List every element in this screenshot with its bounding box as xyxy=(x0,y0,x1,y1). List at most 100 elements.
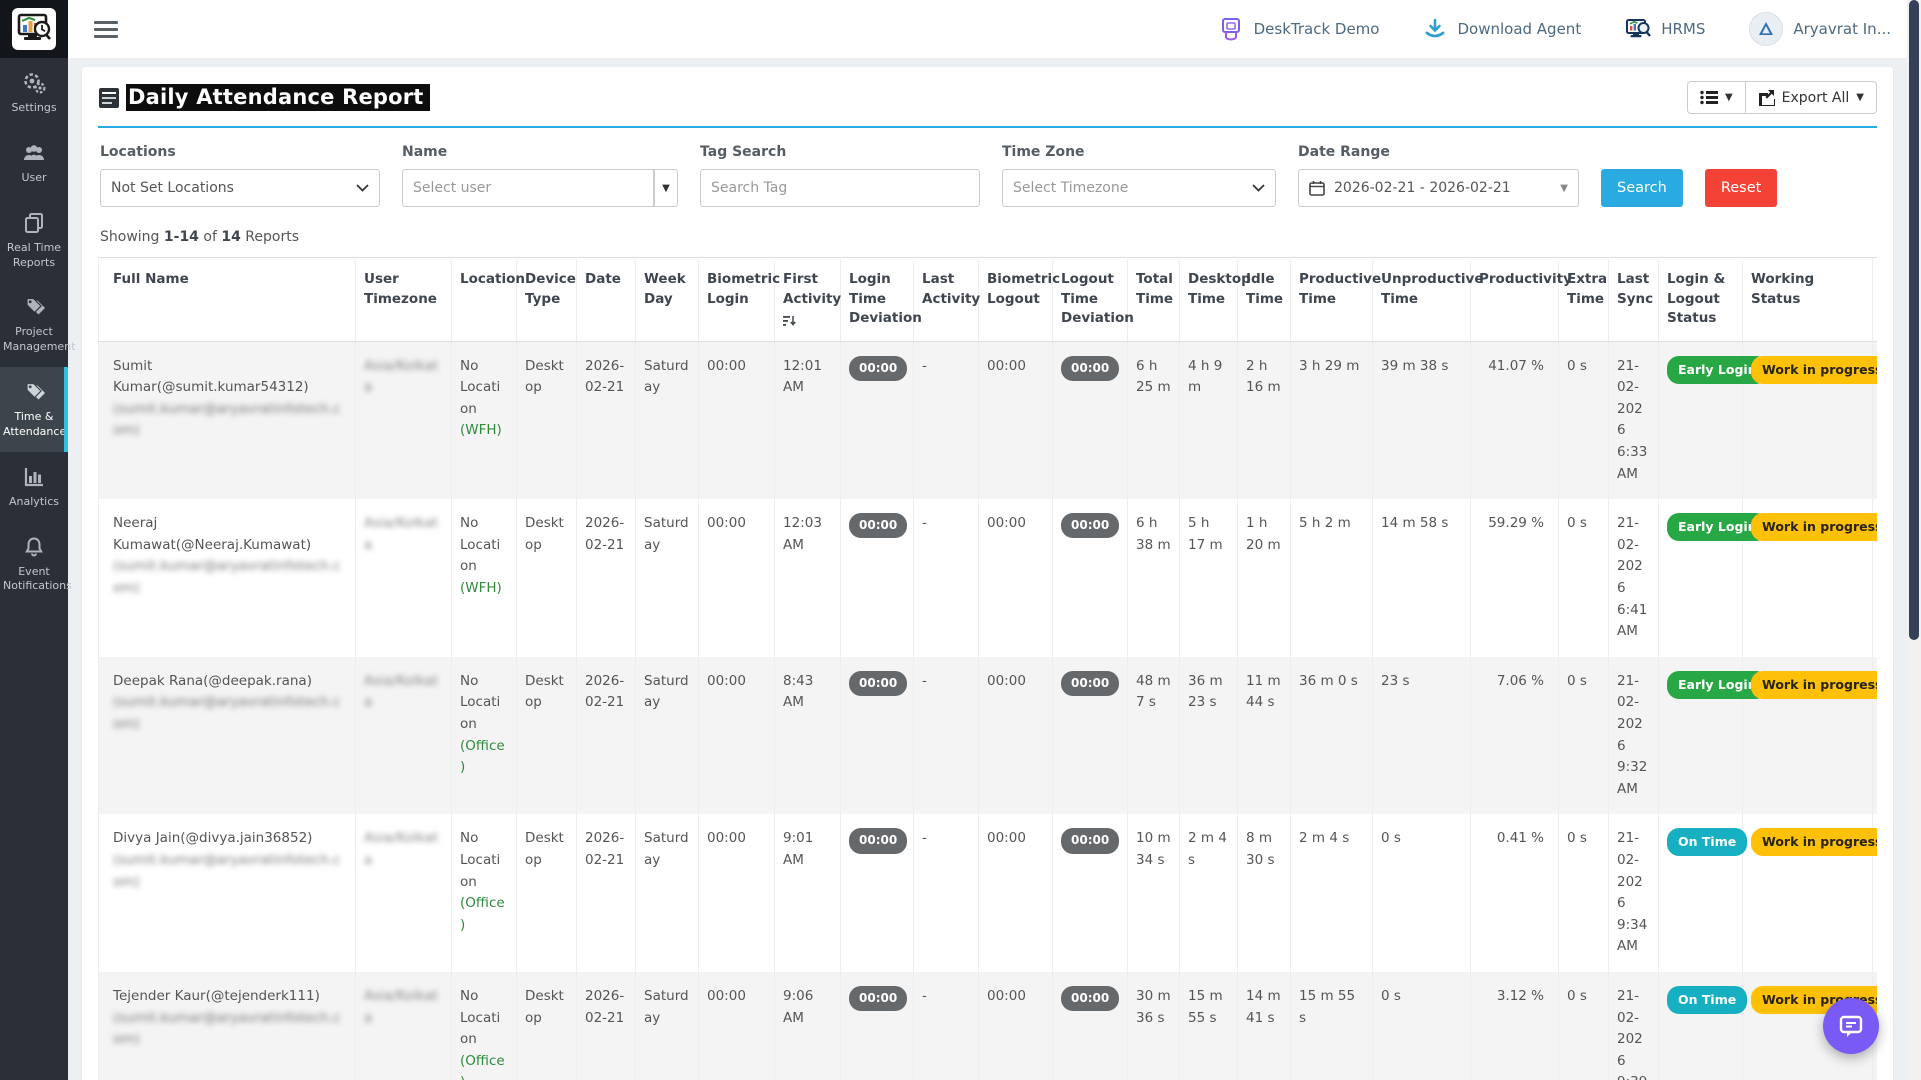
reset-button[interactable]: Reset xyxy=(1705,169,1778,207)
last-activity-cell: - xyxy=(914,499,979,657)
column-header-action[interactable]: Action xyxy=(1873,258,1878,342)
unproductive-time-cell: 0 s xyxy=(1373,814,1471,972)
unproductive-time-cell: 0 s xyxy=(1373,972,1471,1080)
column-header-date[interactable]: Date xyxy=(577,258,636,342)
column-header-total-time[interactable]: Total Time xyxy=(1128,258,1180,342)
last-sync-cell: 21-02-2026 9:32 AM xyxy=(1609,657,1659,815)
sidebar-item-user[interactable]: User xyxy=(0,128,68,198)
column-header-full-name[interactable]: Full Name xyxy=(99,258,356,342)
app-logo[interactable] xyxy=(0,0,68,58)
columns-dropdown-button[interactable]: ▼ xyxy=(1687,81,1746,114)
date-range-input[interactable]: 2026-02-21 - 2026-02-21 ▼ xyxy=(1298,169,1579,207)
tags-icon xyxy=(22,295,46,319)
column-header-login-time-deviation[interactable]: Login Time Deviation xyxy=(841,258,914,342)
page-scrollbar[interactable] xyxy=(1907,0,1921,1080)
column-header-logout-time-deviation[interactable]: Logout Time Deviation xyxy=(1053,258,1128,342)
nav-account[interactable]: Aryavrat In... xyxy=(1749,12,1891,46)
sidebar-item-label: Real Time Reports xyxy=(7,241,61,269)
working-status-cell: Work in progress xyxy=(1743,657,1873,815)
column-header-user-timezone[interactable]: User Timezone xyxy=(356,258,452,342)
idle-time-cell: 8 m 30 s xyxy=(1238,814,1291,972)
desktop-time-cell: 15 m 55 s xyxy=(1180,972,1238,1080)
timezone-select[interactable]: Select Timezone xyxy=(1002,169,1276,207)
column-header-first-activity[interactable]: First Activity xyxy=(775,258,841,342)
sidebar-item-project-management[interactable]: Project Management xyxy=(0,282,68,367)
export-all-button[interactable]: Export All ▼ xyxy=(1746,81,1877,114)
sidebar-item-settings[interactable]: Settings xyxy=(0,58,68,128)
avatar xyxy=(1749,12,1783,46)
nav-download-agent[interactable]: Download Agent xyxy=(1423,17,1581,41)
nav-link-label: Aryavrat In... xyxy=(1793,20,1891,38)
menu-toggle-icon[interactable] xyxy=(94,17,118,42)
calendar-icon xyxy=(1309,180,1325,196)
column-header-idle-time[interactable]: Idle Time xyxy=(1238,258,1291,342)
user-timezone-redacted: Asia/Kolkata xyxy=(364,830,438,868)
productive-time-cell: 3 h 29 m xyxy=(1291,341,1373,499)
biometric-logout-cell: 00:00 xyxy=(979,657,1053,815)
search-button[interactable]: Search xyxy=(1601,169,1683,207)
sort-icon[interactable] xyxy=(783,315,796,327)
date-cell: 2026-02-21 xyxy=(577,814,636,972)
week-day-cell: Saturday xyxy=(636,657,699,815)
column-header-week-day[interactable]: Week Day xyxy=(636,258,699,342)
column-header-last-sync[interactable]: Last Sync xyxy=(1609,258,1659,342)
sidebar-item-time-attendance[interactable]: Time & Attendance xyxy=(0,367,68,452)
total-time-cell: 10 m 34 s xyxy=(1128,814,1180,972)
working-status-cell: Work in progress xyxy=(1743,499,1873,657)
sidebar-item-analytics[interactable]: Analytics xyxy=(0,452,68,522)
logout-deviation-cell: 00:00 xyxy=(1053,499,1128,657)
column-header-biometric-logout[interactable]: Biometric Logout xyxy=(979,258,1053,342)
column-header-desktop-time[interactable]: Desktop Time xyxy=(1180,258,1238,342)
column-header-working-status[interactable]: Working Status xyxy=(1743,258,1873,342)
sidebar-item-real-time-reports[interactable]: Real Time Reports xyxy=(0,198,68,283)
column-header-productive-time[interactable]: Productive Time xyxy=(1291,258,1373,342)
idle-time-cell: 1 h 20 m xyxy=(1238,499,1291,657)
user-full-name: Divya Jain(@divya.jain36852) xyxy=(113,830,312,846)
caret-down-icon: ▼ xyxy=(1725,92,1733,103)
user-timezone-redacted: Asia/Kolkata xyxy=(364,988,438,1026)
device-type-cell: Desktop xyxy=(517,341,577,499)
working-status-cell: Work in progress xyxy=(1743,341,1873,499)
column-header-last-activity[interactable]: Last Activity xyxy=(914,258,979,342)
desktop-time-cell: 2 m 4 s xyxy=(1180,814,1238,972)
column-header-biometric-login[interactable]: Biometric Login xyxy=(699,258,775,342)
productive-time-cell: 5 h 2 m xyxy=(1291,499,1373,657)
location-cell: No Location (WFH) xyxy=(452,341,517,499)
nav-link-label: HRMS xyxy=(1661,20,1705,38)
column-header-login-logout-status[interactable]: Login & Logout Status xyxy=(1659,258,1743,342)
working-status-badge: Work in progress xyxy=(1751,356,1877,384)
user-select-toggle[interactable]: ▼ xyxy=(654,169,678,207)
hrms-icon xyxy=(1625,17,1651,41)
location-tag: (Office) xyxy=(460,895,505,933)
results-total: 14 xyxy=(221,229,240,245)
login-status-cell: Early Login xyxy=(1659,499,1743,657)
column-header-location[interactable]: Location xyxy=(452,258,517,342)
date-cell: 2026-02-21 xyxy=(577,657,636,815)
locations-select[interactable]: Not Set Locations xyxy=(100,169,380,207)
chat-widget-button[interactable] xyxy=(1823,998,1879,1054)
biometric-login-cell: 00:00 xyxy=(699,972,775,1080)
scrollbar-thumb[interactable] xyxy=(1909,0,1919,640)
caret-down-icon: ▼ xyxy=(662,183,670,194)
users-icon xyxy=(22,141,46,165)
biometric-logout-cell: 00:00 xyxy=(979,341,1053,499)
tag-search-input[interactable]: Search Tag xyxy=(700,169,980,207)
total-time-cell: 6 h 38 m xyxy=(1128,499,1180,657)
sidebar-item-event-notifications[interactable]: Event Notifications xyxy=(0,522,68,607)
user-email-redacted: (sumit.kumar@aryavratinfotech.com) xyxy=(113,694,341,732)
full-name-cell: Deepak Rana(@deepak.rana) (sumit.kumar@a… xyxy=(99,657,356,815)
column-header-device-type[interactable]: Device Type xyxy=(517,258,577,342)
column-header-unproductive-time[interactable]: Unproductive Time xyxy=(1373,258,1471,342)
location-tag: (WFH) xyxy=(460,422,502,438)
user-select-input[interactable]: Select user xyxy=(402,169,654,207)
extra-time-cell: 0 s xyxy=(1559,972,1609,1080)
logout-deviation-cell: 00:00 xyxy=(1053,814,1128,972)
user-full-name: Deepak Rana(@deepak.rana) xyxy=(113,673,312,689)
nav-hrms[interactable]: HRMS xyxy=(1625,17,1705,41)
date-range-value: 2026-02-21 - 2026-02-21 xyxy=(1334,180,1511,196)
login-deviation-cell: 00:00 xyxy=(841,814,914,972)
column-header-productivity[interactable]: Productivity xyxy=(1471,258,1559,342)
desktop-time-cell: 4 h 9 m xyxy=(1180,341,1238,499)
nav-desktrack-demo[interactable]: DeskTrack Demo xyxy=(1218,16,1380,42)
first-activity-cell: 12:03 AM xyxy=(775,499,841,657)
